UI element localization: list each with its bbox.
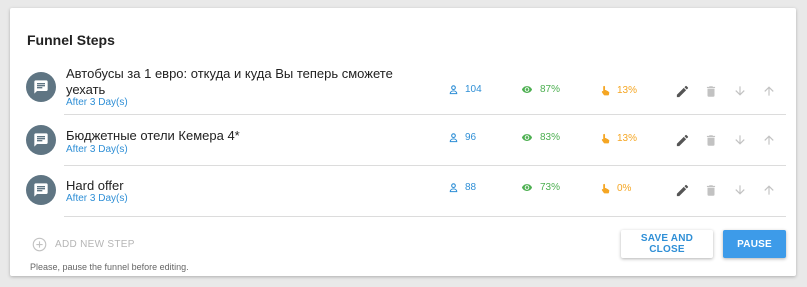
clicks-percent: 13% xyxy=(617,85,638,96)
message-icon xyxy=(26,125,56,155)
clicks-percent: 0% xyxy=(617,183,632,194)
trash-icon[interactable] xyxy=(703,83,719,99)
funnel-steps-card: Funnel Steps Автобусы за 1 евро: откуда … xyxy=(10,8,796,276)
views-percent: 73% xyxy=(540,182,561,193)
users-count: 104 xyxy=(465,84,482,95)
step-actions xyxy=(674,132,790,148)
views-metric: 87% xyxy=(520,84,560,95)
pointer-hand-icon xyxy=(601,85,610,96)
views-percent: 87% xyxy=(540,84,561,95)
views-metric: 83% xyxy=(520,132,560,143)
user-icon xyxy=(449,183,458,193)
divider xyxy=(64,114,786,115)
users-metric: 104 xyxy=(448,84,482,95)
divider xyxy=(64,216,786,217)
users-metric: 96 xyxy=(448,132,476,143)
step-name: Hard offer xyxy=(66,178,124,193)
step-delay: After 3 Day(s) xyxy=(66,193,128,204)
clicks-metric: 13% xyxy=(600,132,637,145)
step-actions xyxy=(674,182,790,198)
step-name: Автобусы за 1 евро: откуда и куда Вы теп… xyxy=(66,66,393,97)
step-name: Бюджетные отели Кемера 4* xyxy=(66,128,240,143)
trash-icon[interactable] xyxy=(703,132,719,148)
views-metric: 73% xyxy=(520,182,560,193)
trash-icon[interactable] xyxy=(703,182,719,198)
user-icon xyxy=(449,85,458,95)
editing-note: Please, pause the funnel before editing. xyxy=(30,262,189,272)
add-new-step-label: ADD NEW STEP xyxy=(55,239,135,250)
views-percent: 83% xyxy=(540,132,561,143)
arrow-up-icon[interactable] xyxy=(761,83,777,99)
clicks-metric: 13% xyxy=(600,84,637,97)
arrow-down-icon[interactable] xyxy=(732,182,748,198)
pointer-hand-icon xyxy=(601,133,610,144)
plus-circle-icon xyxy=(32,237,47,252)
arrow-up-icon[interactable] xyxy=(761,132,777,148)
save-and-close-button[interactable]: SAVE AND CLOSE xyxy=(621,230,713,258)
funnel-step: Бюджетные отели Кемера 4* After 3 Day(s)… xyxy=(24,116,786,166)
users-count: 96 xyxy=(465,132,477,143)
pointer-hand-icon xyxy=(601,183,610,194)
funnel-step: Hard offer After 3 Day(s) 88 73% 0% xyxy=(24,166,786,216)
funnel-step: Автобусы за 1 евро: откуда и куда Вы теп… xyxy=(24,63,786,113)
add-new-step-button[interactable]: ADD NEW STEP xyxy=(32,237,135,252)
user-icon xyxy=(449,133,458,143)
arrow-down-icon[interactable] xyxy=(732,83,748,99)
users-count: 88 xyxy=(465,182,477,193)
arrow-down-icon[interactable] xyxy=(732,132,748,148)
clicks-metric: 0% xyxy=(600,182,631,195)
section-title: Funnel Steps xyxy=(27,32,115,48)
pencil-icon[interactable] xyxy=(674,83,690,99)
eye-icon xyxy=(521,184,533,191)
eye-icon xyxy=(521,134,533,141)
message-icon xyxy=(26,72,56,102)
pause-button[interactable]: PAUSE xyxy=(723,230,786,258)
users-metric: 88 xyxy=(448,182,476,193)
step-actions xyxy=(674,83,790,99)
step-delay: After 3 Day(s) xyxy=(66,97,128,108)
arrow-up-icon[interactable] xyxy=(761,182,777,198)
pencil-icon[interactable] xyxy=(674,132,690,148)
pencil-icon[interactable] xyxy=(674,182,690,198)
eye-icon xyxy=(521,86,533,93)
clicks-percent: 13% xyxy=(617,133,638,144)
message-icon xyxy=(26,175,56,205)
step-delay: After 3 Day(s) xyxy=(66,144,128,155)
